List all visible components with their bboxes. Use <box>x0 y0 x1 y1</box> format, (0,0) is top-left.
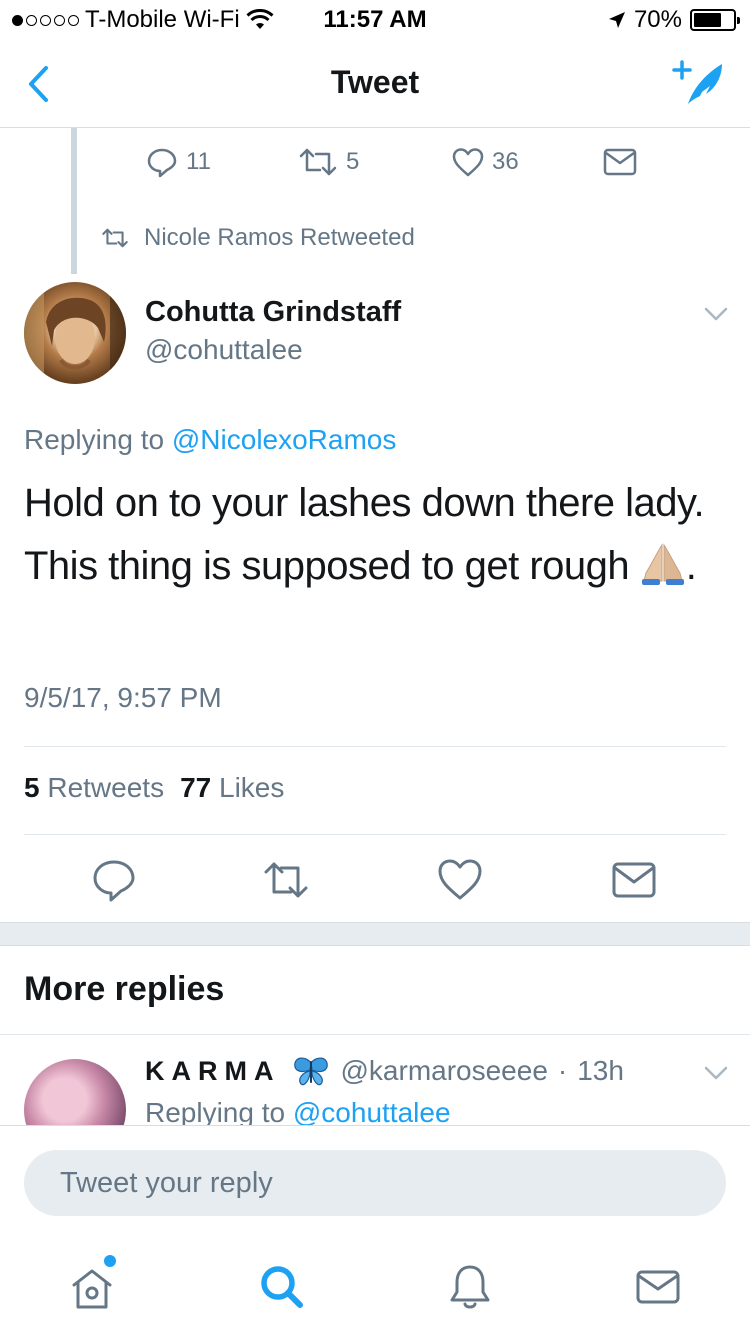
avatar[interactable] <box>24 282 126 384</box>
status-bar: T-Mobile Wi-Fi 11:57 AM 70% <box>0 0 750 40</box>
battery-icon <box>690 9 740 31</box>
status-right: 70% <box>608 6 740 34</box>
reply-replying-link[interactable]: @cohuttalee <box>293 1097 451 1125</box>
likes-count: 77 <box>180 772 212 803</box>
reply-item[interactable]: KARMA @karmaroseeee · 13h Replying to @coh… <box>0 1035 750 1125</box>
compose-tweet-icon[interactable] <box>672 58 728 108</box>
retweet-context[interactable]: Nicole Ramos Retweeted <box>100 224 415 252</box>
likes-label: Likes <box>219 772 285 803</box>
prev-retweet-count: 5 <box>346 148 360 175</box>
tweet-body: Hold on to your lashes down there lady. … <box>24 481 705 588</box>
retweets-label: Retweets <box>47 772 165 803</box>
bell-icon[interactable] <box>442 1259 498 1315</box>
avatar-portrait-image <box>24 282 126 384</box>
tweet-actions <box>0 856 750 906</box>
chevron-down-icon[interactable] <box>702 302 730 326</box>
folded-hands-emoji-icon <box>641 543 684 585</box>
retweet-icon <box>102 228 128 248</box>
retweet-icon[interactable] <box>262 856 310 904</box>
author-handle[interactable]: @cohuttalee <box>145 334 303 366</box>
replying-to: Replying to @NicolexoRamos <box>24 424 396 456</box>
replying-to-prefix: Replying to <box>24 424 172 455</box>
home-notification-dot <box>104 1255 116 1267</box>
author-name[interactable]: Cohutta Grindstaff <box>145 296 401 329</box>
replying-to-link[interactable]: @NicolexoRamos <box>172 424 397 455</box>
prev-like-button[interactable]: 36 <box>452 140 519 184</box>
retweet-context-label: Nicole Ramos Retweeted <box>144 224 415 251</box>
search-icon[interactable] <box>254 1259 310 1315</box>
reply-header: KARMA @karmaroseeee · 13h <box>145 1055 624 1087</box>
heart-icon <box>452 148 484 177</box>
nav-bar: Tweet <box>0 40 750 128</box>
reply-author-handle[interactable]: @karmaroseeee <box>341 1055 548 1087</box>
prev-retweet-button[interactable]: 5 <box>298 140 359 184</box>
section-separator <box>0 922 750 946</box>
reply-replying-prefix: Replying to <box>145 1097 293 1125</box>
home-icon[interactable] <box>64 1259 120 1315</box>
prev-like-count: 36 <box>492 148 519 175</box>
envelope-icon[interactable] <box>630 1259 686 1315</box>
butterfly-emoji-icon <box>293 1057 328 1086</box>
tweet-stats: 5 Retweets 77 Likes <box>24 772 284 804</box>
tab-bar <box>0 1235 750 1334</box>
location-arrow-icon <box>608 12 625 28</box>
reply-input[interactable] <box>24 1150 726 1216</box>
envelope-icon[interactable] <box>610 856 658 904</box>
prev-reply-button[interactable]: 11 <box>146 140 211 184</box>
tweet-text-suffix: . <box>685 544 697 588</box>
compose-bar <box>0 1125 750 1235</box>
prev-dm-button[interactable] <box>603 140 637 184</box>
envelope-icon <box>603 148 637 176</box>
battery-percent: 70% <box>633 6 682 33</box>
reply-replying-to: Replying to @cohuttalee <box>145 1097 451 1125</box>
retweet-icon <box>299 148 337 176</box>
heart-icon[interactable] <box>436 856 484 904</box>
previous-tweet-actions: 11 5 36 <box>0 140 750 190</box>
divider <box>24 834 726 835</box>
chevron-down-icon[interactable] <box>702 1061 730 1085</box>
reply-icon <box>147 148 177 178</box>
reply-avatar[interactable] <box>24 1059 126 1125</box>
retweets-stat[interactable]: 5 Retweets <box>24 772 164 804</box>
tweet-timestamp: 9/5/17, 9:57 PM <box>24 682 222 713</box>
reply-separator: · <box>557 1055 568 1086</box>
more-replies-heading: More replies <box>24 970 225 1008</box>
likes-stat[interactable]: 77 Likes <box>180 772 284 804</box>
tweet-text: Hold on to your lashes down there lady. … <box>24 472 724 598</box>
retweets-count: 5 <box>24 772 40 803</box>
reply-icon[interactable] <box>90 856 138 904</box>
prev-reply-count: 11 <box>186 148 211 175</box>
page-title: Tweet <box>330 64 420 100</box>
reply-author-name[interactable]: KARMA <box>145 1056 281 1087</box>
reply-time: 13h <box>577 1055 624 1086</box>
divider <box>24 746 726 747</box>
